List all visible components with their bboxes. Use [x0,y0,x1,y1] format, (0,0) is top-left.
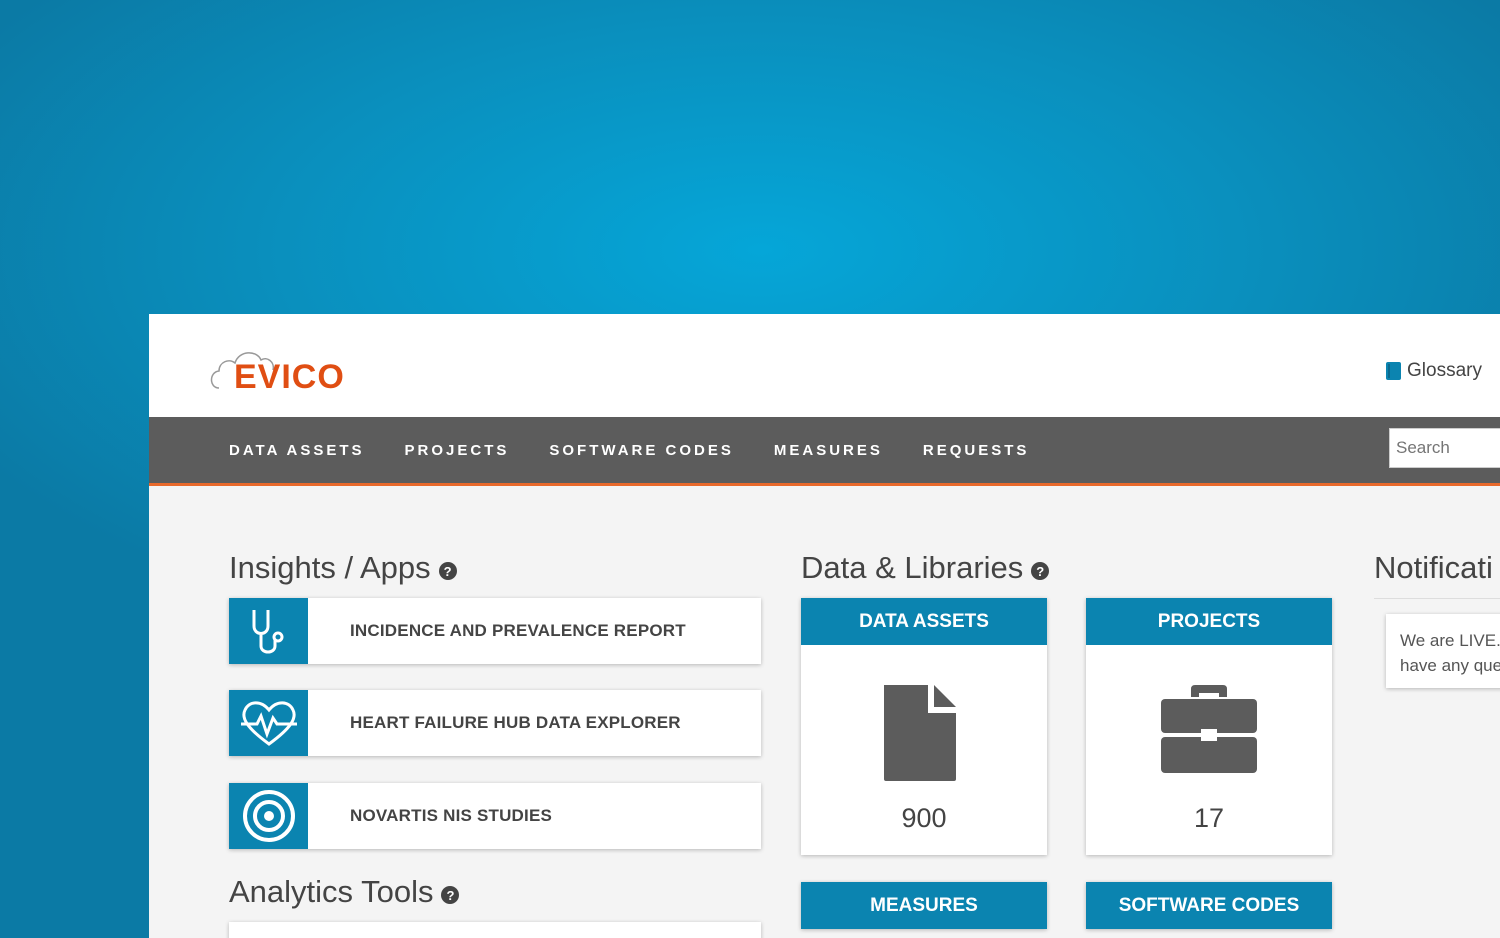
book-icon [1386,362,1402,380]
nav-measures[interactable]: MEASURES [774,442,883,459]
insights-title: Insights / Apps [229,550,431,585]
help-icon[interactable]: ? [1031,562,1050,580]
app-card-heart-failure[interactable]: HEART FAILURE HUB DATA EXPLORER [229,690,761,756]
glossary-link[interactable]: Glossary [1386,360,1482,382]
logo-wordmark: EVICO [234,358,345,396]
tile-count: 900 [901,803,947,833]
app-card-label: NOVARTIS NIS STUDIES [350,806,553,825]
help-icon[interactable]: ? [441,886,460,904]
nav-projects[interactable]: PROJECTS [405,442,510,459]
nav-data-assets[interactable]: DATA ASSETS [229,442,365,459]
tile-data-assets[interactable]: DATA ASSETS 900 [801,598,1047,855]
tile-count: 17 [1193,803,1225,833]
divider [1374,598,1500,599]
heartbeat-icon [229,690,308,756]
notification-card[interactable]: We are LIVE. have any que [1386,614,1500,688]
evico-logo[interactable]: EVICO [209,336,344,396]
stethoscope-icon [229,598,308,664]
tile-header: MEASURES [801,882,1047,929]
analytics-title: Analytics Tools [229,874,434,909]
notifications-title: Notificati [1374,550,1493,585]
app-card-incidence[interactable]: INCIDENCE AND PREVALENCE REPORT [229,598,761,664]
search-input[interactable] [1389,428,1500,468]
tile-measures[interactable]: MEASURES [801,882,1047,929]
glossary-label: Glossary [1407,360,1482,381]
tile-projects[interactable]: PROJECTS 17 [1086,598,1332,855]
app-card-novartis[interactable]: NOVARTIS NIS STUDIES [229,783,761,849]
app-card-label: INCIDENCE AND PREVALENCE REPORT [350,621,686,640]
file-icon [884,685,956,781]
app-card-label: HEART FAILURE HUB DATA EXPLORER [350,713,681,732]
top-header: EVICO Glossary [149,314,1500,417]
insights-section-title: Insights / Apps ? [229,550,457,586]
target-icon [229,783,308,849]
libraries-title: Data & Libraries [801,550,1024,585]
tile-header: PROJECTS [1086,598,1332,645]
notification-line: have any que [1400,656,1500,675]
nav-software-codes[interactable]: SOFTWARE CODES [549,442,734,459]
libraries-section-title: Data & Libraries ? [801,550,1050,586]
analytics-section-title: Analytics Tools ? [229,874,460,910]
briefcase-icon [1161,685,1257,773]
tile-software-codes[interactable]: SOFTWARE CODES [1086,882,1332,929]
main-nav: DATA ASSETS PROJECTS SOFTWARE CODES MEAS… [149,417,1500,486]
analytics-tool-card[interactable] [229,922,761,938]
nav-requests[interactable]: REQUESTS [923,442,1030,459]
notifications-section-title: Notificati [1374,550,1493,586]
tile-header: DATA ASSETS [801,598,1047,645]
app-window: EVICO Glossary DATA ASSETS PROJECTS SOFT… [149,314,1500,938]
tile-header: SOFTWARE CODES [1086,882,1332,929]
help-icon[interactable]: ? [438,562,457,580]
notification-line: We are LIVE. [1400,631,1500,650]
